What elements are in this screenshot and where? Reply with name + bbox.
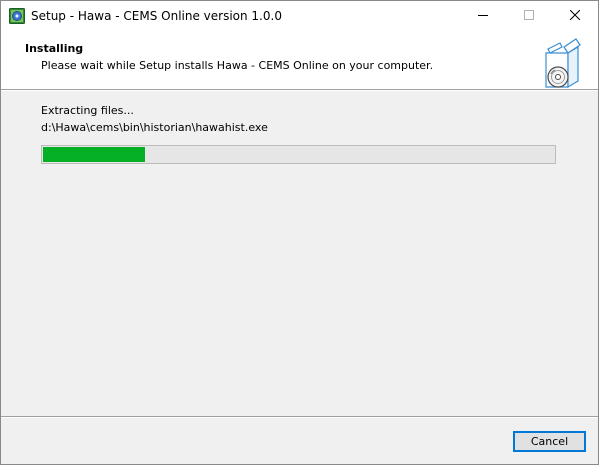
title-bar[interactable]: Setup - Hawa - CEMS Online version 1.0.0	[1, 1, 598, 32]
setup-app-icon	[9, 8, 25, 24]
maximize-icon	[524, 10, 534, 23]
wizard-header: Installing Please wait while Setup insta…	[1, 32, 598, 89]
status-text: Extracting files...	[41, 104, 134, 117]
install-progress-bar	[41, 145, 556, 164]
close-icon	[569, 9, 581, 23]
maximize-button[interactable]	[506, 1, 552, 32]
minimize-icon	[478, 10, 488, 23]
setup-window: Setup - Hawa - CEMS Online version 1.0.0…	[0, 0, 599, 465]
header-separator	[1, 89, 598, 91]
close-button[interactable]	[552, 1, 598, 32]
minimize-button[interactable]	[460, 1, 506, 32]
footer-separator	[1, 416, 598, 418]
progress-bar-fill	[43, 147, 145, 162]
page-title: Installing	[25, 42, 84, 55]
window-title: Setup - Hawa - CEMS Online version 1.0.0	[31, 9, 282, 23]
page-subtitle: Please wait while Setup installs Hawa - …	[41, 59, 434, 72]
current-file-path: d:\Hawa\cems\bin\historian\hawahist.exe	[41, 121, 268, 134]
cancel-button[interactable]: Cancel	[513, 431, 586, 452]
install-box-disc-icon	[540, 35, 584, 91]
